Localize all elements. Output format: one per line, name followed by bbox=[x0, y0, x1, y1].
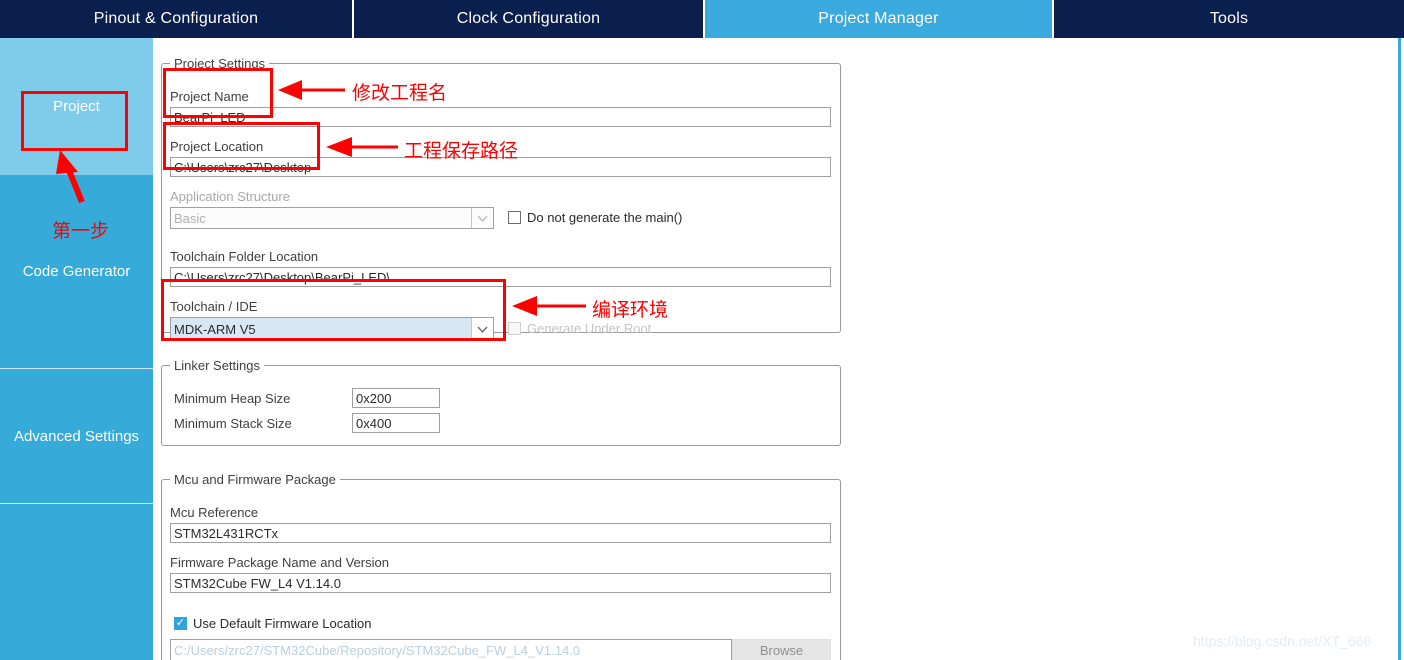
project-settings-legend: Project Settings bbox=[174, 56, 266, 71]
tab-tools[interactable]: Tools bbox=[1054, 0, 1404, 38]
project-location-label: Project Location bbox=[170, 139, 264, 154]
minimum-stack-size-value: 0x400 bbox=[356, 415, 392, 431]
minimum-stack-size-input[interactable]: 0x400 bbox=[352, 413, 440, 433]
use-default-firmware-location-label: Use Default Firmware Location bbox=[193, 616, 372, 631]
toolchain-ide-value: MDK-ARM V5 bbox=[174, 321, 256, 337]
watermark-text: https://blog.csdn.net/XT_666 bbox=[1193, 633, 1372, 649]
mcu-reference-label: Mcu Reference bbox=[170, 505, 259, 520]
sidebar-item-advanced-settings[interactable]: Advanced Settings bbox=[0, 369, 153, 504]
stm32cubemx-window: Pinout & Configuration Clock Configurati… bbox=[0, 0, 1404, 660]
firmware-package-value: STM32Cube FW_L4 V1.14.0 bbox=[174, 575, 341, 591]
mcu-firmware-legend: Mcu and Firmware Package bbox=[174, 472, 336, 487]
mcu-reference-value: STM32L431RCTx bbox=[174, 525, 279, 541]
browse-button-label: Browse bbox=[759, 642, 804, 658]
sidebar-item-code-generator[interactable]: Code Generator bbox=[0, 175, 153, 369]
generate-under-root-label: Generate Under Root bbox=[527, 321, 652, 336]
project-settings-group: Project Settings Project Name BearPi_LED… bbox=[161, 56, 841, 341]
sidebar-item-blank[interactable] bbox=[0, 504, 153, 660]
use-default-firmware-location-row[interactable]: ✓ Use Default Firmware Location bbox=[174, 616, 371, 631]
project-name-label: Project Name bbox=[170, 89, 249, 104]
do-not-generate-main-checkbox[interactable] bbox=[508, 211, 521, 224]
mcu-firmware-package-group: Mcu and Firmware Package Mcu Reference S… bbox=[161, 472, 841, 660]
project-location-value: C:\Users\zrc27\Desktop bbox=[174, 159, 312, 175]
use-default-firmware-location-checkbox[interactable]: ✓ bbox=[174, 617, 187, 630]
chevron-down-icon bbox=[471, 318, 493, 340]
generate-under-root-checkbox-row[interactable]: Generate Under Root bbox=[508, 321, 651, 336]
tab-project-manager[interactable]: Project Manager bbox=[705, 0, 1054, 38]
project-location-input[interactable]: C:\Users\zrc27\Desktop bbox=[170, 157, 831, 177]
application-structure-select[interactable]: Basic bbox=[170, 207, 494, 229]
toolchain-folder-label: Toolchain Folder Location bbox=[170, 249, 319, 264]
sidebar-item-label: Project bbox=[53, 98, 100, 115]
tab-label: Clock Configuration bbox=[456, 10, 601, 27]
browse-button[interactable]: Browse bbox=[732, 639, 831, 660]
linker-settings-legend: Linker Settings bbox=[174, 358, 260, 373]
tab-clock-configuration[interactable]: Clock Configuration bbox=[354, 0, 705, 38]
sidebar-item-project[interactable]: Project bbox=[0, 38, 153, 175]
toolchain-ide-label: Toolchain / IDE bbox=[170, 299, 258, 314]
application-structure-value: Basic bbox=[174, 210, 206, 226]
toolchain-folder-value: C:\Users\zrc27\Desktop\BearPi_LED\ bbox=[174, 269, 391, 285]
project-name-input[interactable]: BearPi_LED bbox=[170, 107, 831, 127]
do-not-generate-main-label: Do not generate the main() bbox=[527, 210, 683, 225]
firmware-package-input[interactable]: STM32Cube FW_L4 V1.14.0 bbox=[170, 573, 831, 593]
toolchain-ide-select[interactable]: MDK-ARM V5 bbox=[170, 317, 494, 341]
chevron-down-icon bbox=[471, 208, 493, 228]
left-sidebar: Project Code Generator Advanced Settings bbox=[0, 38, 153, 660]
firmware-package-label: Firmware Package Name and Version bbox=[170, 555, 389, 570]
minimum-heap-size-value: 0x200 bbox=[356, 390, 392, 406]
check-icon: ✓ bbox=[175, 617, 186, 629]
firmware-location-input[interactable]: C:/Users/zrc27/STM32Cube/Repository/STM3… bbox=[170, 639, 732, 660]
application-structure-label: Application Structure bbox=[170, 189, 290, 204]
toolchain-folder-input[interactable]: C:\Users\zrc27\Desktop\BearPi_LED\ bbox=[170, 267, 831, 287]
project-name-value: BearPi_LED bbox=[174, 109, 246, 125]
project-manager-panel: Project Settings Project Name BearPi_LED… bbox=[153, 38, 1401, 660]
minimum-heap-size-input[interactable]: 0x200 bbox=[352, 388, 440, 408]
main-tabbar: Pinout & Configuration Clock Configurati… bbox=[0, 0, 1404, 38]
sidebar-item-label: Code Generator bbox=[22, 263, 131, 280]
generate-under-root-checkbox[interactable] bbox=[508, 322, 521, 335]
minimum-stack-size-label: Minimum Stack Size bbox=[174, 416, 292, 431]
mcu-reference-input[interactable]: STM32L431RCTx bbox=[170, 523, 831, 543]
sidebar-item-label: Advanced Settings bbox=[13, 427, 140, 445]
linker-settings-group: Linker Settings Minimum Heap Size 0x200 … bbox=[161, 358, 841, 446]
tab-label: Tools bbox=[1209, 10, 1249, 27]
firmware-location-value: C:/Users/zrc27/STM32Cube/Repository/STM3… bbox=[174, 642, 581, 658]
tab-pinout-configuration[interactable]: Pinout & Configuration bbox=[0, 0, 354, 38]
minimum-heap-size-label: Minimum Heap Size bbox=[174, 391, 291, 406]
tab-label: Pinout & Configuration bbox=[93, 10, 259, 27]
tab-label: Project Manager bbox=[818, 10, 939, 27]
do-not-generate-main-checkbox-row[interactable]: Do not generate the main() bbox=[508, 210, 682, 225]
